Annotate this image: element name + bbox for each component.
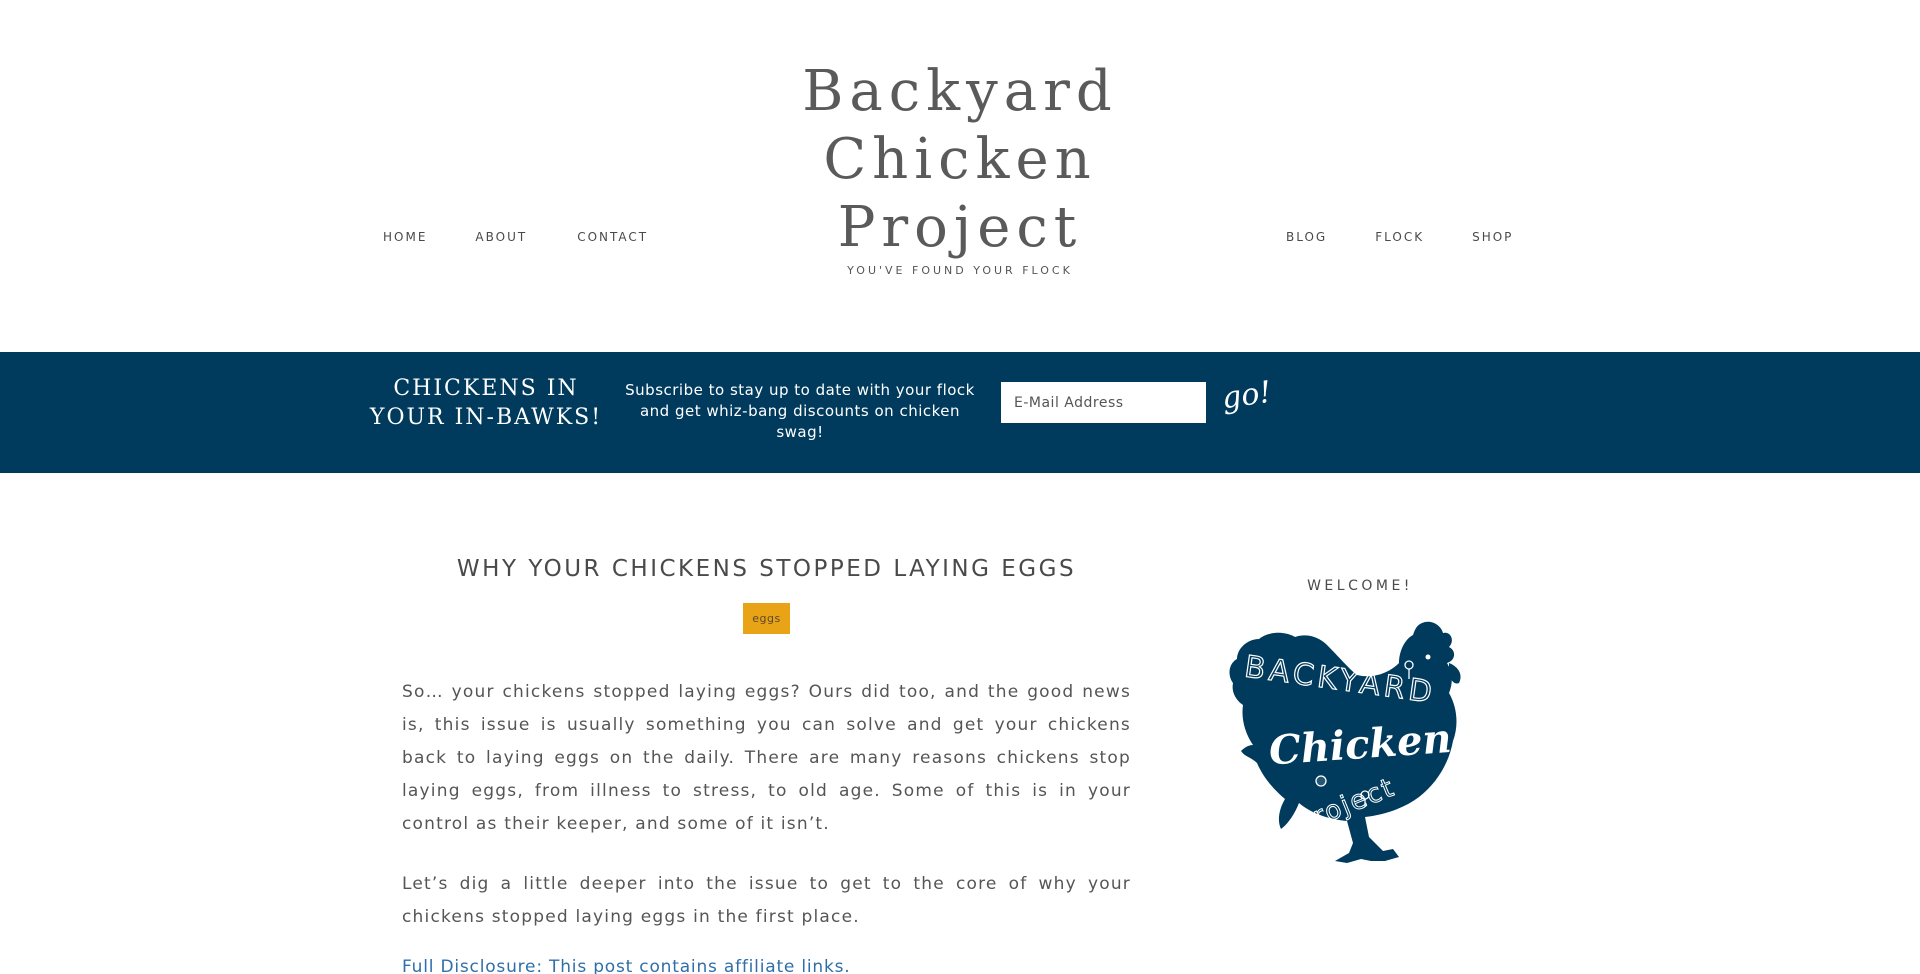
affiliate-disclosure-link[interactable]: Full Disclosure: This post contains affi… bbox=[402, 957, 851, 974]
nav-home-link[interactable]: HOME bbox=[383, 230, 427, 244]
nav-about-link[interactable]: ABOUT bbox=[475, 230, 527, 244]
subscribe-bar: CHICKENS IN YOUR IN-BAWKS! Subscribe to … bbox=[0, 352, 1920, 473]
nav-right: BLOG FLOCK SHOP bbox=[1286, 230, 1561, 244]
nav-contact-link[interactable]: CONTACT bbox=[577, 230, 648, 244]
article-paragraph: Let’s dig a little deeper into the issue… bbox=[402, 874, 1131, 927]
go-button[interactable]: go! bbox=[1220, 375, 1274, 417]
site-header: HOME ABOUT CONTACT Backyard Chicken Proj… bbox=[0, 0, 1920, 352]
nav-blog-link[interactable]: BLOG bbox=[1286, 230, 1327, 244]
tag-badge[interactable]: eggs bbox=[743, 603, 790, 634]
site-title-line-3: Project bbox=[837, 195, 1083, 260]
subscribe-heading: CHICKENS IN YOUR IN-BAWKS! bbox=[368, 374, 604, 432]
sidebar-truncated-text bbox=[1220, 968, 1520, 974]
article-paragraph: So… your chickens stopped laying eggs? O… bbox=[402, 682, 1131, 834]
email-input[interactable] bbox=[1001, 382, 1206, 423]
site-title-line-1: Backyard bbox=[802, 59, 1118, 124]
site-title-line-2: Chicken bbox=[823, 127, 1097, 192]
subscribe-heading-line-2: YOUR IN-BAWKS! bbox=[369, 405, 603, 430]
nav-left: HOME ABOUT CONTACT bbox=[383, 230, 696, 244]
subscribe-heading-line-1: CHICKENS IN bbox=[393, 376, 579, 401]
subscribe-description: Subscribe to stay up to date with your f… bbox=[625, 381, 975, 441]
welcome-heading: WELCOME! bbox=[1307, 578, 1413, 594]
site-logo[interactable]: Backyard Chicken Project bbox=[800, 58, 1120, 262]
article-title[interactable]: WHY YOUR CHICKENS STOPPED LAYING EGGS bbox=[400, 556, 1133, 582]
article-body: So… your chickens stopped laying eggs? O… bbox=[402, 676, 1131, 974]
nav-shop-link[interactable]: SHOP bbox=[1472, 230, 1513, 244]
site-tagline: YOU'VE FOUND YOUR FLOCK bbox=[847, 264, 1073, 277]
nav-flock-link[interactable]: FLOCK bbox=[1375, 230, 1424, 244]
chicken-eye bbox=[1425, 654, 1431, 660]
chicken-silhouette-icon: BACKYARD Chicken Project bbox=[1229, 621, 1461, 863]
